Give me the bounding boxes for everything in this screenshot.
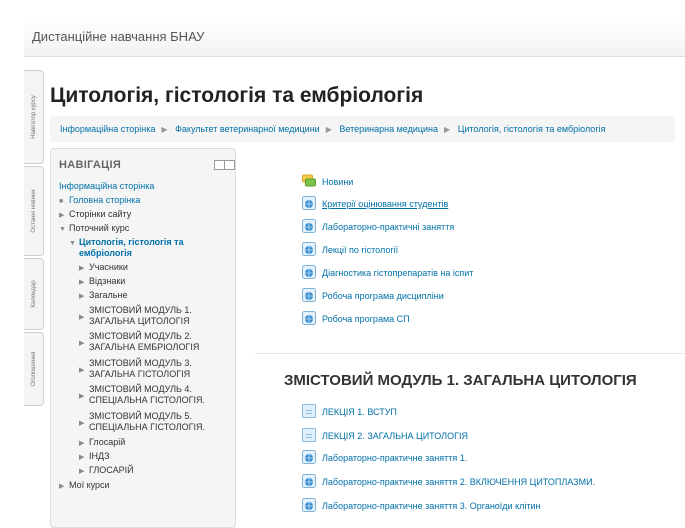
expand-arrow-icon: ▶	[79, 293, 85, 300]
nav-item-participants[interactable]: ▶ Учасники	[79, 262, 128, 274]
nav-item-module-5-cont[interactable]: СПЕЦІАЛЬНА ГІСТОЛОГІЯ.	[89, 422, 205, 433]
collapse-arrow-icon: ▼	[69, 240, 76, 247]
nav-item-home[interactable]: ■ Головна сторінка	[59, 195, 140, 207]
nav-item-badges[interactable]: ▶ Відзнаки	[79, 276, 125, 288]
expand-arrow-icon: ▶	[79, 393, 85, 400]
expand-arrow-icon: ▶	[79, 468, 85, 475]
expand-arrow-icon: ▶	[79, 279, 85, 286]
collapse-block-icon[interactable]	[224, 160, 235, 170]
expand-arrow-icon: ▶	[79, 340, 85, 347]
expand-arrow-icon: ▶	[59, 212, 65, 219]
expand-arrow-icon: ▶	[79, 420, 85, 427]
url-link-icon	[302, 196, 316, 210]
url-link-icon	[302, 311, 316, 325]
expand-arrow-icon: ▶	[79, 314, 85, 321]
section-title-module-1: ЗМІСТОВИЙ МОДУЛЬ 1. ЗАГАЛЬНА ЦИТОЛОГІЯ	[284, 372, 637, 389]
nav-item-info-page[interactable]: Інформаційна сторінка	[59, 181, 154, 192]
expand-arrow-icon: ▶	[79, 454, 85, 461]
breadcrumb-separator-icon: ▶	[161, 125, 168, 134]
nav-item-site-pages[interactable]: ▶ Сторінки сайту	[59, 209, 131, 221]
dock-tab-latest-news[interactable]: Останні новини	[24, 166, 44, 256]
forum-icon	[302, 174, 316, 187]
nav-item-indz[interactable]: ▶ ІНДЗ	[79, 451, 110, 463]
breadcrumb-separator-icon: ▶	[444, 125, 451, 134]
url-link-icon	[302, 265, 316, 279]
expand-arrow-icon: ▶	[79, 367, 85, 374]
nav-item-glossary-2[interactable]: ▶ ГЛОСАРІЙ	[79, 465, 134, 477]
breadcrumb-separator-icon: ▶	[325, 125, 332, 134]
expand-arrow-icon: ▶	[79, 265, 85, 272]
nav-item-module-3-cont[interactable]: ЗАГАЛЬНА ГІСТОЛОГІЯ	[89, 369, 190, 380]
site-title[interactable]: Дистанційне навчання БНАУ	[32, 29, 204, 44]
dock-tab-announcements[interactable]: Оголошення	[24, 332, 44, 406]
url-link-icon	[302, 474, 316, 488]
url-link-icon	[302, 288, 316, 302]
breadcrumb-item[interactable]: Факультет ветеринарної медицини	[170, 124, 320, 134]
nav-item-module-2-cont[interactable]: ЗАГАЛЬНА ЕМБРІОЛОГІЯ	[89, 342, 199, 353]
navigation-heading: НАВІГАЦІЯ	[59, 159, 122, 171]
page-title: Цитологія, гістологія та ембріологія	[50, 84, 424, 107]
site-header: Дистанційне навчання БНАУ	[24, 18, 685, 57]
nav-item-current-course[interactable]: ▼ Поточний курс	[59, 223, 129, 235]
navigation-block: НАВІГАЦІЯ Інформаційна сторінка ■ Головна…	[50, 148, 236, 528]
breadcrumb-item[interactable]: Цитологія, гістологія та ембріологія	[453, 124, 606, 134]
breadcrumb-item[interactable]: Ветеринарна медицина	[334, 124, 438, 134]
url-link-icon	[302, 219, 316, 233]
dock-tab-calendar[interactable]: Календар	[24, 258, 44, 330]
breadcrumb-item[interactable]: Інформаційна сторінка	[50, 124, 155, 134]
collapse-arrow-icon: ▼	[59, 226, 66, 233]
nav-item-module-4-cont[interactable]: СПЕЦІАЛЬНА ГІСТОЛОГІЯ.	[89, 395, 205, 406]
nav-item-module-1-cont[interactable]: ЗАГАЛЬНА ЦИТОЛОГІЯ	[89, 316, 190, 327]
nav-item-general[interactable]: ▶ Загальне	[79, 290, 127, 302]
section-divider	[255, 353, 685, 354]
nav-item-my-courses[interactable]: ▶ Мої курси	[59, 480, 110, 492]
breadcrumb: Інформаційна сторінка ▶ Факультет ветерин…	[50, 116, 675, 142]
bullet-icon: ■	[59, 198, 64, 205]
url-link-icon	[302, 242, 316, 256]
url-link-icon	[302, 498, 316, 512]
expand-arrow-icon: ▶	[79, 440, 85, 447]
nav-item-glossary[interactable]: ▶ Глосарій	[79, 437, 125, 449]
dock-tab-course-navigator[interactable]: Навігатор курсу	[24, 70, 44, 164]
expand-arrow-icon: ▶	[59, 483, 65, 490]
page-icon	[302, 428, 316, 442]
page-icon	[302, 404, 316, 418]
url-link-icon	[302, 450, 316, 464]
nav-item-course-cont[interactable]: ембріологія	[79, 248, 132, 259]
